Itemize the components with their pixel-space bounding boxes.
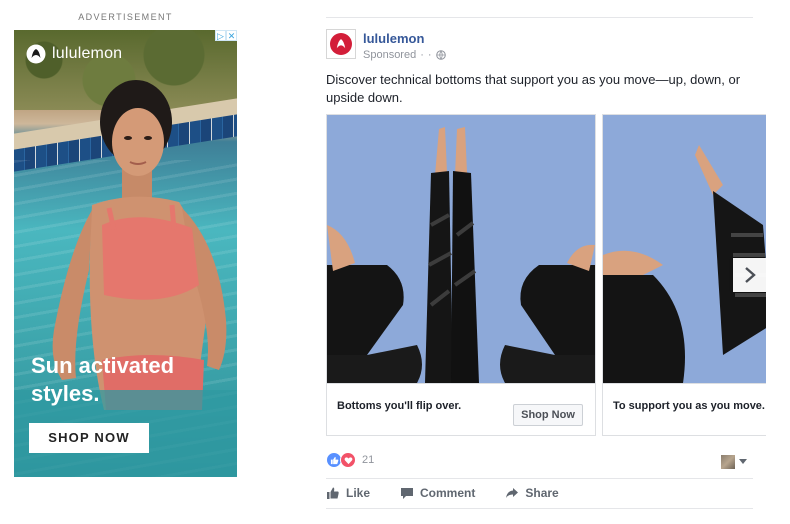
share-button[interactable]: Share bbox=[505, 486, 559, 500]
banner-brand: lululemon bbox=[26, 44, 122, 64]
sponsored-meta: Sponsored · · bbox=[363, 49, 446, 61]
chevron-right-icon bbox=[745, 267, 756, 283]
card-footer: Bottoms you'll flip over. Shop Now bbox=[327, 383, 595, 435]
lululemon-logo-icon bbox=[26, 44, 46, 64]
thumbs-up-icon bbox=[327, 487, 339, 499]
divider bbox=[326, 478, 753, 479]
carousel: Bottoms you'll flip over. Shop Now To su… bbox=[326, 114, 766, 438]
lululemon-logo-icon bbox=[336, 39, 346, 49]
comment-label: Comment bbox=[420, 486, 476, 500]
post-as-selector[interactable] bbox=[721, 455, 747, 469]
reaction-count: 21 bbox=[362, 454, 375, 466]
shop-now-button[interactable]: Shop Now bbox=[513, 404, 583, 426]
love-reaction-icon bbox=[340, 452, 356, 468]
page-avatar[interactable] bbox=[326, 29, 356, 59]
reactions-summary[interactable]: 21 bbox=[326, 452, 374, 468]
like-button[interactable]: Like bbox=[326, 486, 370, 500]
comment-icon bbox=[401, 488, 414, 499]
sponsored-label[interactable]: Sponsored bbox=[363, 49, 416, 61]
separator-dot: · bbox=[427, 49, 432, 61]
like-label: Like bbox=[346, 486, 371, 500]
banner-brand-name: lululemon bbox=[52, 45, 123, 62]
share-icon bbox=[506, 488, 519, 498]
caret-down-icon bbox=[739, 459, 747, 464]
close-icon[interactable]: ✕ bbox=[226, 30, 237, 41]
card-image bbox=[327, 115, 595, 383]
banner-ad[interactable]: ▷ ✕ lululemon Sun activated styles. SHOP… bbox=[14, 30, 237, 477]
card-image bbox=[603, 115, 766, 383]
model-photo bbox=[14, 80, 237, 477]
adchoices-controls[interactable]: ▷ ✕ bbox=[215, 30, 237, 41]
post-actions: Like Comment Share bbox=[326, 486, 559, 500]
banner-headline: Sun activated styles. bbox=[31, 353, 175, 406]
globe-icon bbox=[435, 50, 446, 60]
post-text: Discover technical bottoms that support … bbox=[326, 72, 741, 105]
carousel-next-button[interactable] bbox=[733, 258, 766, 292]
share-label: Share bbox=[525, 486, 559, 500]
divider bbox=[326, 508, 753, 509]
comment-button[interactable]: Comment bbox=[400, 486, 475, 500]
adchoices-icon[interactable]: ▷ bbox=[215, 30, 226, 41]
separator-dot: · bbox=[420, 49, 424, 61]
card-caption: To support you as you move. bbox=[613, 400, 765, 412]
shop-now-button[interactable]: SHOP NOW bbox=[29, 423, 149, 453]
divider bbox=[326, 17, 753, 18]
card-footer: To support you as you move. bbox=[603, 383, 766, 435]
card-caption: Bottoms you'll flip over. bbox=[337, 400, 462, 412]
viewer-avatar bbox=[721, 455, 735, 469]
page-name-link[interactable]: lululemon bbox=[363, 31, 424, 46]
sponsored-post: lululemon Sponsored · · Discover technic… bbox=[326, 0, 766, 524]
advertisement-label: ADVERTISEMENT bbox=[78, 12, 173, 22]
carousel-card[interactable]: Bottoms you'll flip over. Shop Now bbox=[326, 114, 596, 436]
